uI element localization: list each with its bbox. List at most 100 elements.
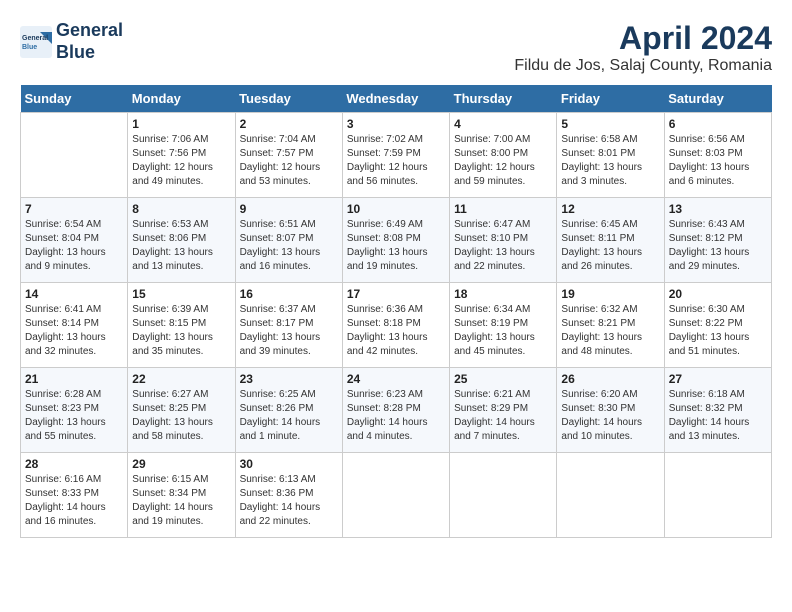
day-info: Sunrise: 7:00 AMSunset: 8:00 PMDaylight:…	[454, 133, 552, 189]
weekday-header-row: SundayMondayTuesdayWednesdayThursdayFrid…	[21, 85, 772, 113]
logo: General Blue General Blue	[20, 20, 123, 63]
day-cell: 3Sunrise: 7:02 AMSunset: 7:59 PMDaylight…	[342, 113, 449, 198]
day-number: 22	[132, 372, 230, 386]
calendar-table: SundayMondayTuesdayWednesdayThursdayFrid…	[20, 85, 772, 538]
day-number: 2	[240, 117, 338, 131]
day-info: Sunrise: 6:41 AMSunset: 8:14 PMDaylight:…	[25, 303, 123, 359]
day-info: Sunrise: 6:54 AMSunset: 8:04 PMDaylight:…	[25, 218, 123, 274]
logo-text-line2: Blue	[56, 42, 123, 64]
day-number: 28	[25, 457, 123, 471]
day-number: 16	[240, 287, 338, 301]
day-info: Sunrise: 6:27 AMSunset: 8:25 PMDaylight:…	[132, 388, 230, 444]
day-cell: 13 Sunrise: 6:43 AMSunset: 8:12 PMDayligh…	[664, 198, 771, 283]
day-number: 7	[25, 202, 123, 216]
day-info: Sunrise: 6:53 AMSunset: 8:06 PMDaylight:…	[132, 218, 230, 274]
day-info: Sunrise: 6:45 AMSunset: 8:11 PMDaylight:…	[561, 218, 659, 274]
day-cell: 21Sunrise: 6:28 AMSunset: 8:23 PMDayligh…	[21, 368, 128, 453]
week-row-3: 14 Sunrise: 6:41 AMSunset: 8:14 PMDayligh…	[21, 283, 772, 368]
day-cell: 9Sunrise: 6:51 AMSunset: 8:07 PMDaylight…	[235, 198, 342, 283]
day-number: 3	[347, 117, 445, 131]
day-cell: 7 Sunrise: 6:54 AMSunset: 8:04 PMDaylight…	[21, 198, 128, 283]
day-info: Sunrise: 6:16 AMSunset: 8:33 PMDaylight:…	[25, 473, 123, 529]
svg-text:Blue: Blue	[22, 44, 37, 51]
day-number: 18	[454, 287, 552, 301]
day-cell	[664, 453, 771, 538]
day-info: Sunrise: 6:37 AMSunset: 8:17 PMDaylight:…	[240, 303, 338, 359]
week-row-2: 7 Sunrise: 6:54 AMSunset: 8:04 PMDaylight…	[21, 198, 772, 283]
weekday-header-wednesday: Wednesday	[342, 85, 449, 113]
day-cell: 22 Sunrise: 6:27 AMSunset: 8:25 PMDayligh…	[128, 368, 235, 453]
svg-text:General: General	[22, 35, 48, 42]
day-info: Sunrise: 6:13 AMSunset: 8:36 PMDaylight:…	[240, 473, 338, 529]
day-cell	[342, 453, 449, 538]
weekday-header-saturday: Saturday	[664, 85, 771, 113]
day-number: 17	[347, 287, 445, 301]
weekday-header-thursday: Thursday	[450, 85, 557, 113]
day-cell: 30 Sunrise: 6:13 AMSunset: 8:36 PMDayligh…	[235, 453, 342, 538]
day-cell: 12 Sunrise: 6:45 AMSunset: 8:11 PMDayligh…	[557, 198, 664, 283]
day-info: Sunrise: 6:58 AMSunset: 8:01 PMDaylight:…	[561, 133, 659, 189]
day-cell: 26 Sunrise: 6:20 AMSunset: 8:30 PMDayligh…	[557, 368, 664, 453]
day-cell: 10 Sunrise: 6:49 AMSunset: 8:08 PMDayligh…	[342, 198, 449, 283]
day-number: 14	[25, 287, 123, 301]
day-number: 1	[132, 117, 230, 131]
day-info: Sunrise: 6:51 AMSunset: 8:07 PMDaylight:…	[240, 218, 338, 274]
logo-icon: General Blue	[20, 26, 52, 58]
day-info: Sunrise: 6:15 AMSunset: 8:34 PMDaylight:…	[132, 473, 230, 529]
day-cell: 23 Sunrise: 6:25 AMSunset: 8:26 PMDayligh…	[235, 368, 342, 453]
day-info: Sunrise: 6:23 AMSunset: 8:28 PMDaylight:…	[347, 388, 445, 444]
day-info: Sunrise: 6:18 AMSunset: 8:32 PMDaylight:…	[669, 388, 767, 444]
day-info: Sunrise: 6:36 AMSunset: 8:18 PMDaylight:…	[347, 303, 445, 359]
day-cell: 11Sunrise: 6:47 AMSunset: 8:10 PMDayligh…	[450, 198, 557, 283]
location-subtitle: Fildu de Jos, Salaj County, Romania	[514, 57, 772, 75]
day-number: 10	[347, 202, 445, 216]
day-number: 11	[454, 202, 552, 216]
day-info: Sunrise: 6:21 AMSunset: 8:29 PMDaylight:…	[454, 388, 552, 444]
day-number: 29	[132, 457, 230, 471]
day-info: Sunrise: 6:56 AMSunset: 8:03 PMDaylight:…	[669, 133, 767, 189]
day-cell: 2 Sunrise: 7:04 AMSunset: 7:57 PMDaylight…	[235, 113, 342, 198]
day-info: Sunrise: 6:20 AMSunset: 8:30 PMDaylight:…	[561, 388, 659, 444]
day-cell: 4 Sunrise: 7:00 AMSunset: 8:00 PMDaylight…	[450, 113, 557, 198]
day-cell: 6 Sunrise: 6:56 AMSunset: 8:03 PMDaylight…	[664, 113, 771, 198]
header: General Blue General Blue April 2024 Fil…	[20, 20, 772, 75]
day-info: Sunrise: 6:43 AMSunset: 8:12 PMDaylight:…	[669, 218, 767, 274]
day-info: Sunrise: 6:49 AMSunset: 8:08 PMDaylight:…	[347, 218, 445, 274]
week-row-1: 1Sunrise: 7:06 AMSunset: 7:56 PMDaylight…	[21, 113, 772, 198]
day-cell: 20Sunrise: 6:30 AMSunset: 8:22 PMDayligh…	[664, 283, 771, 368]
month-year-title: April 2024	[514, 20, 772, 57]
week-row-4: 21Sunrise: 6:28 AMSunset: 8:23 PMDayligh…	[21, 368, 772, 453]
day-number: 6	[669, 117, 767, 131]
day-number: 26	[561, 372, 659, 386]
day-cell: 1Sunrise: 7:06 AMSunset: 7:56 PMDaylight…	[128, 113, 235, 198]
weekday-header-monday: Monday	[128, 85, 235, 113]
day-number: 21	[25, 372, 123, 386]
logo-text-line1: General	[56, 20, 123, 42]
day-cell: 14 Sunrise: 6:41 AMSunset: 8:14 PMDayligh…	[21, 283, 128, 368]
day-number: 13	[669, 202, 767, 216]
day-cell: 27 Sunrise: 6:18 AMSunset: 8:32 PMDayligh…	[664, 368, 771, 453]
day-cell: 29 Sunrise: 6:15 AMSunset: 8:34 PMDayligh…	[128, 453, 235, 538]
day-number: 27	[669, 372, 767, 386]
day-cell: 15Sunrise: 6:39 AMSunset: 8:15 PMDayligh…	[128, 283, 235, 368]
day-info: Sunrise: 6:25 AMSunset: 8:26 PMDaylight:…	[240, 388, 338, 444]
day-number: 23	[240, 372, 338, 386]
day-number: 30	[240, 457, 338, 471]
day-cell: 5 Sunrise: 6:58 AMSunset: 8:01 PMDaylight…	[557, 113, 664, 198]
day-info: Sunrise: 6:32 AMSunset: 8:21 PMDaylight:…	[561, 303, 659, 359]
day-cell: 19 Sunrise: 6:32 AMSunset: 8:21 PMDayligh…	[557, 283, 664, 368]
day-number: 8	[132, 202, 230, 216]
day-number: 25	[454, 372, 552, 386]
weekday-header-friday: Friday	[557, 85, 664, 113]
day-number: 12	[561, 202, 659, 216]
day-cell: 28 Sunrise: 6:16 AMSunset: 8:33 PMDayligh…	[21, 453, 128, 538]
weekday-header-tuesday: Tuesday	[235, 85, 342, 113]
day-info: Sunrise: 7:04 AMSunset: 7:57 PMDaylight:…	[240, 133, 338, 189]
day-number: 19	[561, 287, 659, 301]
day-number: 5	[561, 117, 659, 131]
day-number: 24	[347, 372, 445, 386]
day-number: 4	[454, 117, 552, 131]
day-cell: 16 Sunrise: 6:37 AMSunset: 8:17 PMDayligh…	[235, 283, 342, 368]
day-info: Sunrise: 6:39 AMSunset: 8:15 PMDaylight:…	[132, 303, 230, 359]
title-section: April 2024 Fildu de Jos, Salaj County, R…	[514, 20, 772, 75]
